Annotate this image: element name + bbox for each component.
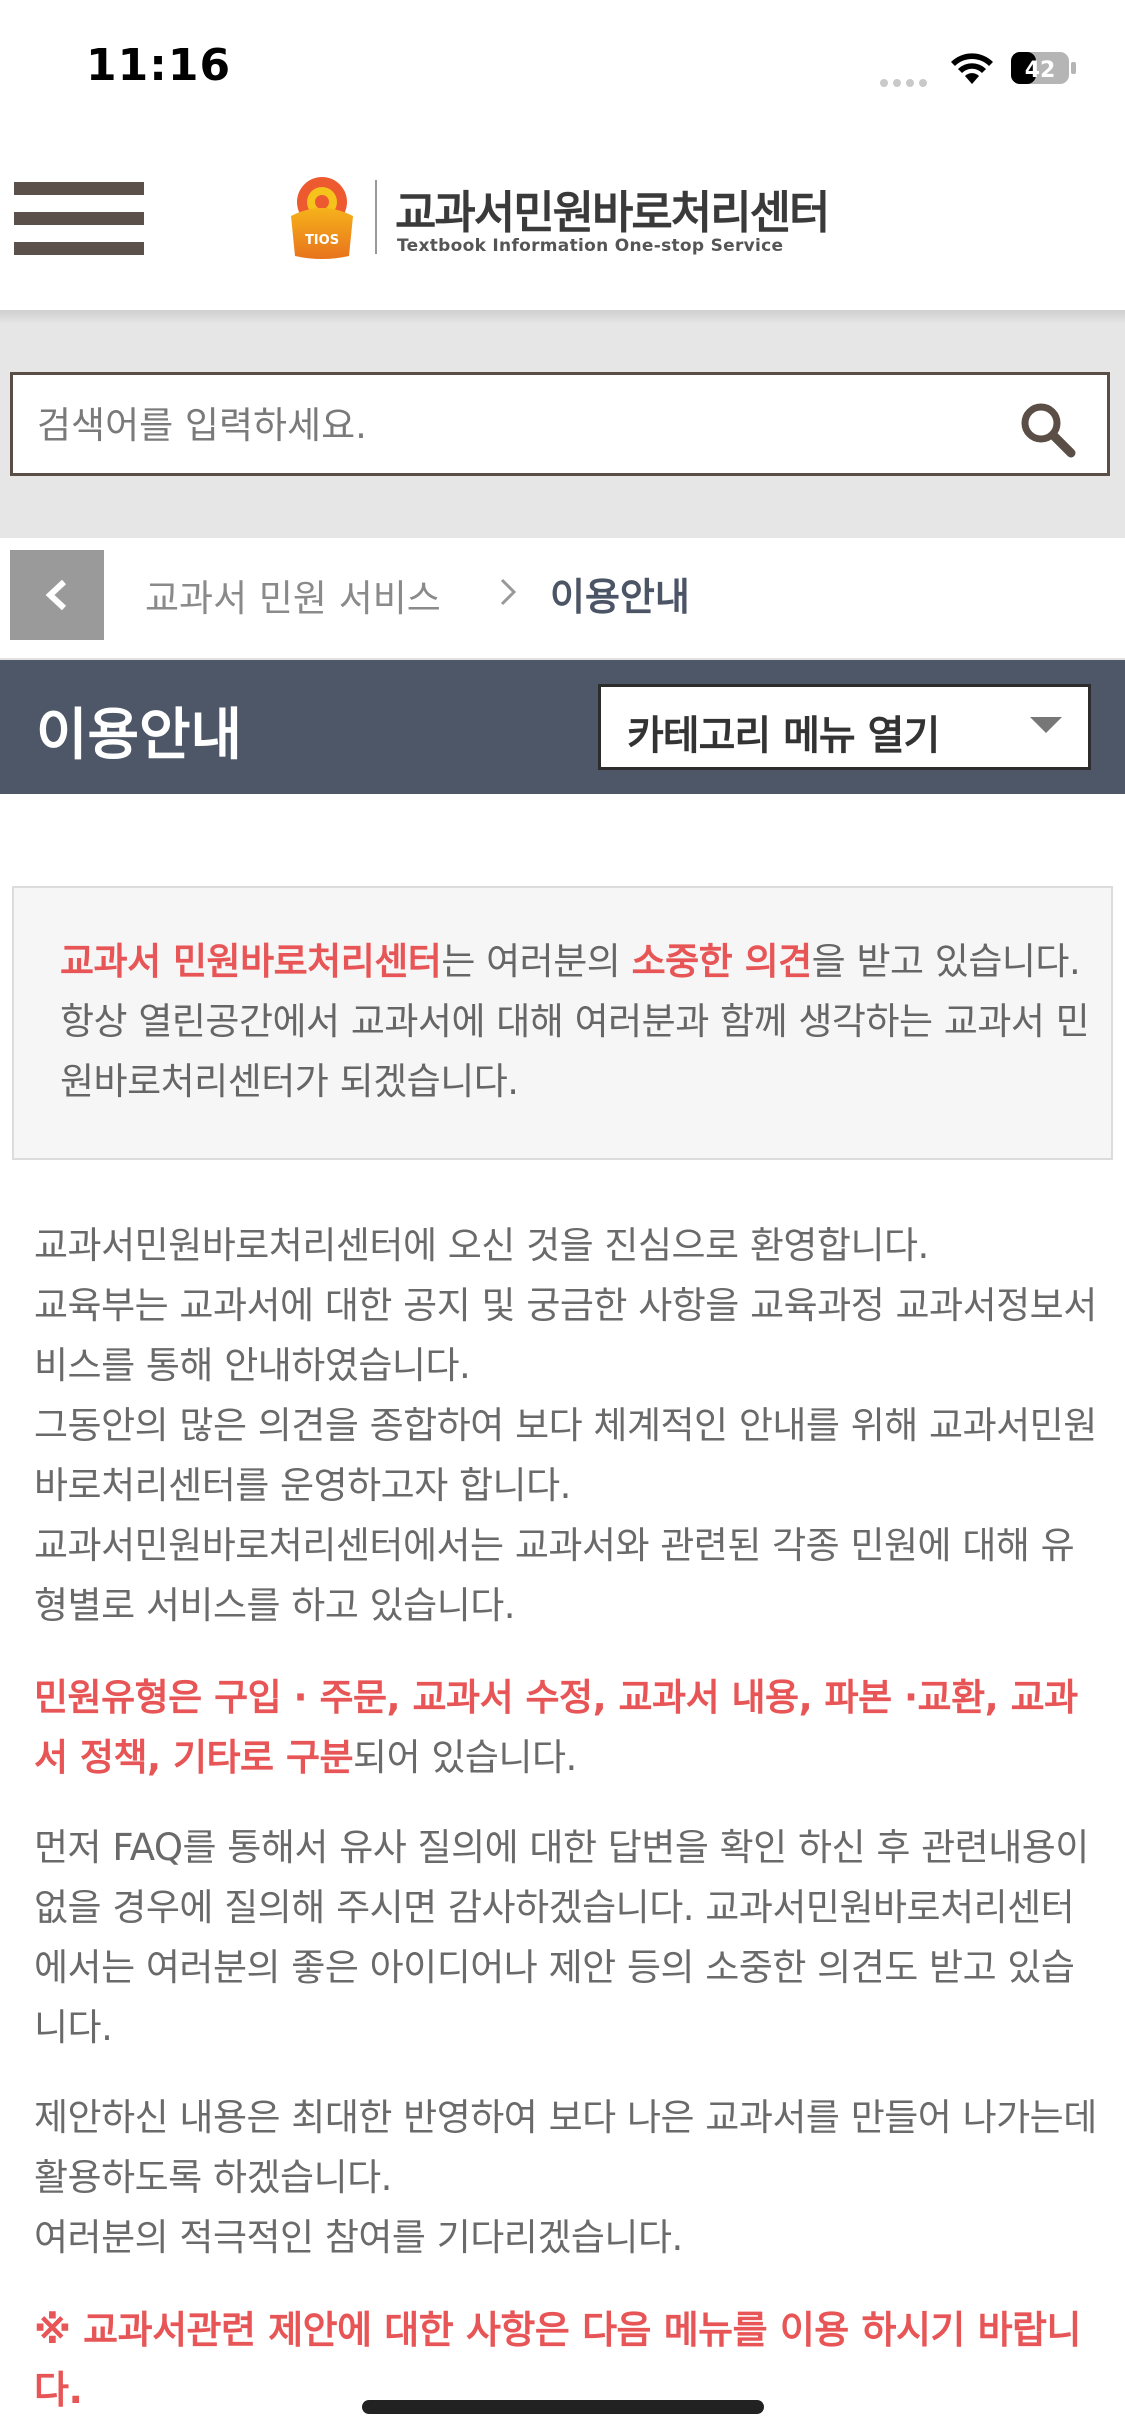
caret-down-icon [1030,717,1062,733]
complaint-types-tail: 되어 있습니다. [353,1736,577,1779]
back-button[interactable] [10,550,104,640]
page-title-bar: 이용안내 카테고리 메뉴 열기 [0,660,1125,794]
welcome-line-3: 그동안의 많은 의견을 종합하여 보다 체계적인 안내를 위해 교과서민원바로처… [34,1404,1097,1507]
proposal-line-1: 제안하신 내용은 최대한 반영하여 보다 나은 교과서를 만들어 나가는데 활용… [34,2096,1097,2199]
logo-subtitle: Textbook Information One-stop Service [397,236,784,256]
breadcrumb-current: 이용안내 [550,575,690,619]
chevron-right-icon [500,578,517,606]
proposal-line-2: 여러분의 적극적인 참여를 기다리겠습니다. [34,2216,683,2259]
search-area [0,310,1125,538]
battery-level: 42 [1025,58,1056,83]
breadcrumb-parent[interactable]: 교과서 민원 서비스 [145,568,441,622]
category-menu-label: 카테고리 메뉴 열기 [627,713,940,759]
menu-icon[interactable] [14,182,144,262]
complaint-types-paragraph: 민원유형은 구입 · 주문, 교과서 수정, 교과서 내용, 파본 ·교환, 교… [34,1668,1104,1788]
intro-text: 교과서 민원바로처리센터는 여러분의 소중한 의견을 받고 있습니다. 항상 열… [60,932,1090,1112]
category-menu-select[interactable]: 카테고리 메뉴 열기 [598,684,1091,770]
wifi-icon [951,53,993,84]
welcome-line-4: 교과서민원바로처리센터에서는 교과서와 관련된 각종 민원에 대해 유형별로 서… [34,1524,1075,1627]
logo-mark-text: TIOS [305,233,339,248]
page-title: 이용안내 [36,703,243,768]
tios-emblem-icon: TIOS [291,177,353,259]
search-icon[interactable] [1017,399,1077,459]
welcome-line-1: 교과서민원바로처리센터에 오신 것을 진심으로 환영합니다. [34,1224,929,1267]
welcome-line-2: 교육부는 교과서에 대한 공지 및 궁금한 사항을 교육과정 교과서정보서비스를… [34,1284,1097,1387]
intro-text-1: 는 여러분의 [441,940,632,983]
status-time: 11:16 [86,40,232,91]
breadcrumb: 교과서 민원 서비스 이용안내 [0,538,1125,660]
search-box [10,372,1110,476]
cellular-signal-icon [880,72,932,91]
welcome-paragraph: 교과서민원바로처리센터에 오신 것을 진심으로 환영합니다. 교육부는 교과서에… [34,1216,1104,1636]
logo-divider [375,180,377,254]
home-indicator[interactable] [362,2400,764,2414]
intro-highlight-center: 교과서 민원바로처리센터 [60,940,442,983]
chevron-left-icon [45,579,67,611]
intro-box: 교과서 민원바로처리센터는 여러분의 소중한 의견을 받고 있습니다. 항상 열… [12,886,1113,1160]
site-header: TIOS 교과서민원바로처리센터 Textbook Information On… [0,140,1125,310]
logo-title: 교과서민원바로처리센터 [395,186,830,239]
site-logo[interactable]: TIOS 교과서민원바로처리센터 Textbook Information On… [285,166,845,276]
search-input[interactable] [35,393,939,457]
proposal-paragraph: 제안하신 내용은 최대한 반영하여 보다 나은 교과서를 만들어 나가는데 활용… [34,2088,1104,2268]
faq-paragraph: 먼저 FAQ를 통해서 유사 질의에 대한 답변을 확인 하신 후 관련내용이 … [34,1826,1089,2049]
intro-highlight-opinion: 소중한 의견 [631,940,813,983]
battery-icon: 42 [1011,52,1076,84]
status-bar: 11:16 42 [0,0,1125,140]
